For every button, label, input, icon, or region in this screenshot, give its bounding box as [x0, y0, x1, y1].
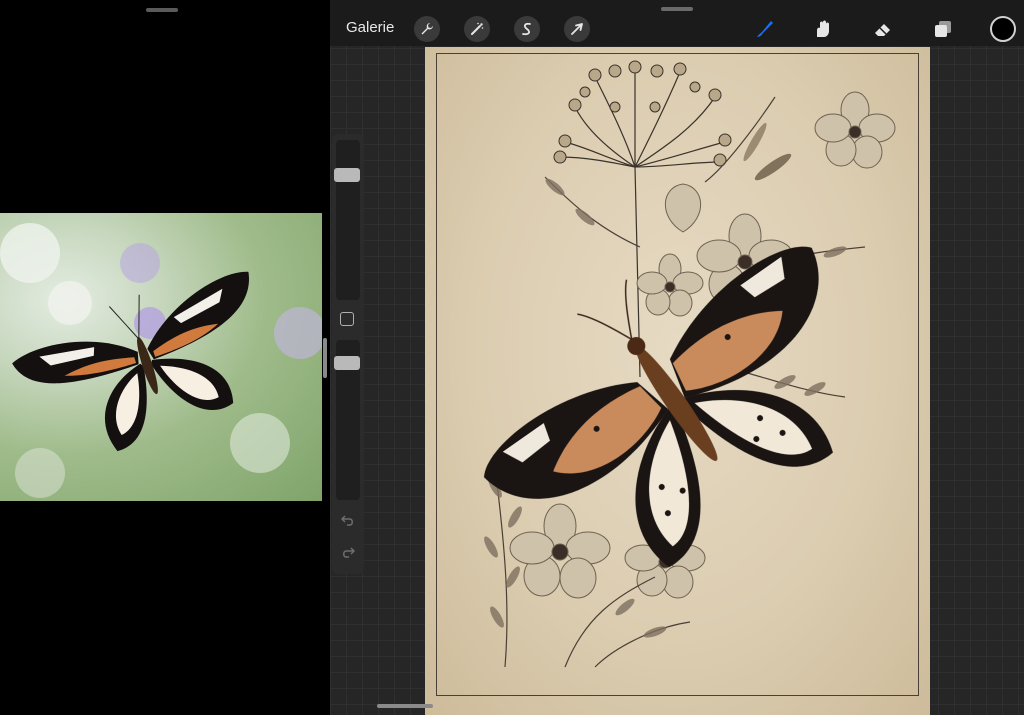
transform-arrow-icon [571, 23, 583, 35]
reference-pane [0, 0, 328, 715]
undo-button[interactable] [338, 512, 358, 532]
brush-size-slider-thumb[interactable] [334, 167, 360, 182]
redo-icon [343, 547, 356, 558]
modify-square-button[interactable] [340, 312, 354, 326]
side-toolbar [332, 134, 364, 574]
split-view-grabber[interactable] [146, 8, 178, 12]
gallery-button[interactable]: Galerie [346, 19, 394, 36]
brush-tool-button[interactable] [750, 14, 780, 44]
undo-icon [340, 515, 353, 526]
adjustments-button[interactable] [464, 16, 490, 42]
color-picker-button[interactable] [990, 16, 1016, 42]
brush-icon [757, 21, 773, 37]
smudge-icon [817, 20, 829, 37]
layers-button[interactable] [928, 14, 958, 44]
top-toolbar: Galerie [330, 0, 1024, 46]
smudge-tool-button[interactable] [808, 14, 838, 44]
redo-button[interactable] [338, 544, 358, 564]
magic-wand-icon [471, 22, 484, 35]
app-window-grabber[interactable] [661, 7, 693, 11]
butterfly-photo-illustration [0, 223, 322, 498]
brush-size-slider[interactable] [336, 140, 360, 300]
reference-photo [0, 213, 322, 501]
drawing-canvas[interactable] [425, 47, 930, 715]
butterfly-artwork [483, 60, 896, 668]
selection-button[interactable] [514, 16, 540, 42]
eraser-tool-button[interactable] [868, 14, 898, 44]
procreate-app: Galerie [330, 0, 1024, 715]
brush-opacity-slider-thumb[interactable] [334, 355, 360, 370]
transform-button[interactable] [564, 16, 590, 42]
eraser-icon [875, 24, 890, 36]
wrench-icon [421, 23, 433, 35]
split-divider-handle[interactable] [323, 338, 327, 378]
layers-icon [935, 21, 951, 37]
home-indicator[interactable] [377, 704, 433, 708]
selection-icon [522, 22, 531, 36]
actions-button[interactable] [414, 16, 440, 42]
